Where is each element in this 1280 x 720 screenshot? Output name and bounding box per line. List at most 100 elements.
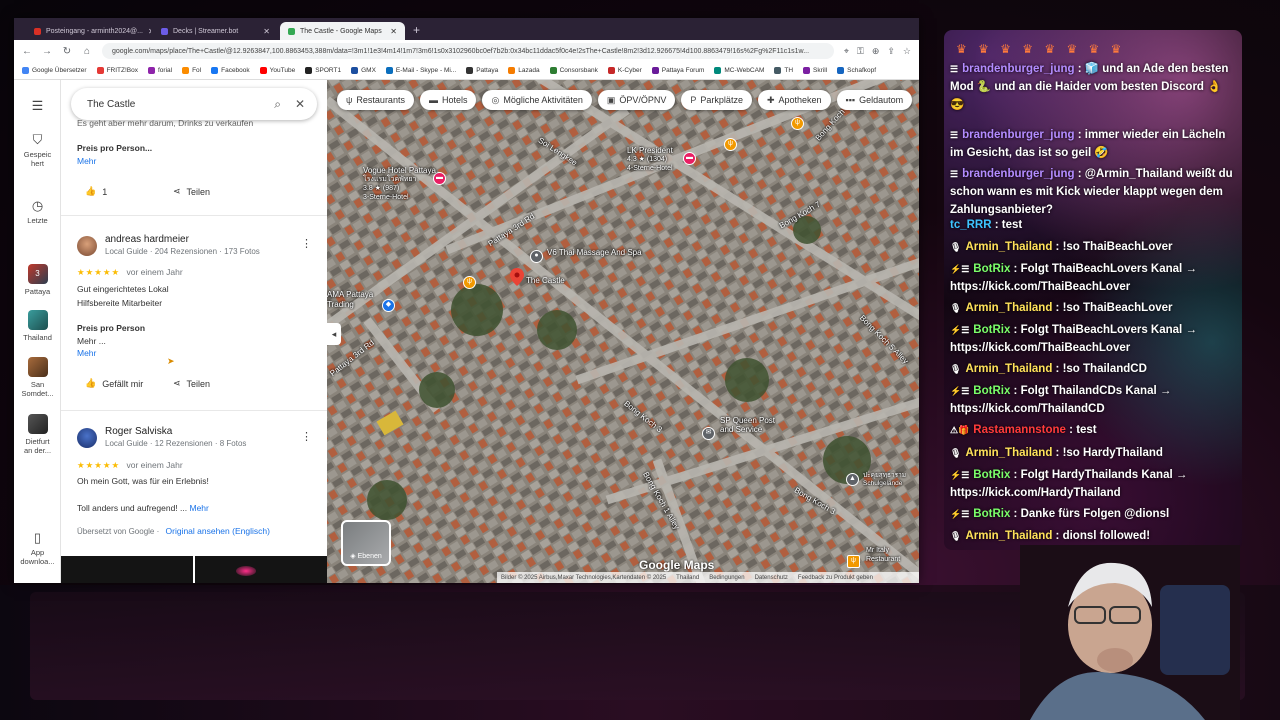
satellite-map[interactable]: ψ Restaurants ▬ Hotels ◎ Mögliche Aktivitäten… xyxy=(327,80,919,583)
place-label-ama[interactable]: AMA Pattaya Trading xyxy=(327,290,373,310)
menu-button[interactable]: ☰ xyxy=(14,98,61,116)
search-input[interactable]: The Castle xyxy=(87,99,260,110)
privacy-link[interactable]: Datenschutz xyxy=(755,575,788,581)
app-download[interactable]: ▯ App downloa... xyxy=(14,530,61,566)
school-pin-icon[interactable]: ▲ xyxy=(846,473,859,486)
chat-username[interactable]: tc_RRR xyxy=(950,219,992,231)
place-label-castle[interactable]: The Castle xyxy=(526,276,565,285)
bookmark-item[interactable]: Pattaya Forum xyxy=(651,67,704,74)
post-office-pin-icon[interactable]: ✉ xyxy=(702,427,715,440)
bookmark-item[interactable]: Fol xyxy=(182,67,201,74)
rail-recent[interactable]: ◷ Letzte xyxy=(14,198,61,225)
bookmark-item[interactable]: GMX xyxy=(351,67,376,74)
like-button[interactable]: 👍 Gefällt mir xyxy=(85,378,143,389)
bookmark-item[interactable]: Skrill xyxy=(803,67,827,74)
bookmark-star-icon[interactable]: ☆ xyxy=(903,46,911,57)
chat-username[interactable]: BotRix xyxy=(973,385,1010,397)
shop-pin-icon[interactable]: ◆ xyxy=(382,299,395,312)
rail-recent-thailand[interactable]: Thailand xyxy=(14,310,61,342)
chip-geldautom[interactable]: ▪▪▪ Geldautom xyxy=(836,90,913,110)
place-label-lk-president[interactable]: LK President 4.3 ★ (1304) 4-Sterne-Hotel xyxy=(627,146,673,173)
share-icon[interactable]: ⇪ xyxy=(887,46,895,57)
bookmark-item[interactable]: TH xyxy=(774,67,793,74)
chip-restaurants[interactable]: ψ Restaurants xyxy=(337,90,414,110)
chat-username[interactable]: BotRix xyxy=(973,508,1010,520)
chip-hotels[interactable]: ▬ Hotels xyxy=(419,90,477,110)
home-icon[interactable]: ⌂ xyxy=(82,46,92,57)
close-icon[interactable]: ✕ xyxy=(390,27,397,36)
tab-gmail[interactable]: Posteingang - arminth2024@... ✕ xyxy=(26,22,151,40)
collapse-panel-button[interactable]: ◂ xyxy=(327,323,341,345)
like-button[interactable]: 👍 1 xyxy=(85,186,107,197)
back-icon[interactable]: ← xyxy=(22,46,32,57)
close-icon[interactable]: ✕ xyxy=(263,27,270,36)
chat-username[interactable]: Armin_Thailand xyxy=(965,241,1052,253)
bookmark-item[interactable]: Consorsbank xyxy=(549,67,598,74)
bookmark-item[interactable]: Lazada xyxy=(508,67,540,74)
chat-username[interactable]: Armin_Thailand xyxy=(965,530,1052,542)
rail-recent-dietfurt[interactable]: Dietfurt an der... xyxy=(14,414,61,455)
bookmark-item[interactable]: MC-WebCAM xyxy=(714,67,764,74)
chat-username[interactable]: Rastamannstone xyxy=(973,424,1066,436)
tab-google-maps[interactable]: The Castle - Google Maps ✕ xyxy=(280,22,405,40)
reviewer-name[interactable]: andreas hardmeier xyxy=(105,234,189,245)
chat-username[interactable]: brandenburger_jung xyxy=(962,129,1074,141)
reload-icon[interactable]: ↻ xyxy=(62,46,72,57)
bookmark-item[interactable]: forial xyxy=(147,67,172,74)
more-options-icon[interactable]: ⋮ xyxy=(301,237,312,250)
location-icon[interactable]: ⌖ xyxy=(844,46,849,57)
more-link[interactable]: Mehr xyxy=(189,503,208,513)
restaurant-pin-icon[interactable]: ψ xyxy=(463,276,476,289)
photo-strip[interactable] xyxy=(61,556,327,583)
chat-username[interactable]: Armin_Thailand xyxy=(965,302,1052,314)
place-label-school[interactable]: ปะคุยสุทฺธาราม Schulgelände xyxy=(863,472,906,488)
close-icon[interactable]: ✕ xyxy=(148,27,151,36)
share-button[interactable]: ⋖ Teilen xyxy=(173,378,210,389)
new-tab-button[interactable]: + xyxy=(407,23,426,40)
bookmark-item[interactable]: YouTube xyxy=(259,67,295,74)
url-input[interactable]: google.com/maps/place/The+Castle/@12.926… xyxy=(102,43,834,59)
layers-button[interactable]: ◈ Ebenen xyxy=(341,520,391,566)
share-button[interactable]: ⋖ Teilen xyxy=(173,186,210,197)
rail-recent-pattaya[interactable]: 3 Pattaya xyxy=(14,264,61,296)
restaurant-pin-icon[interactable]: ψ xyxy=(847,555,860,568)
chat-username[interactable]: BotRix xyxy=(973,469,1010,481)
bookmark-item[interactable]: Pattaya xyxy=(466,67,498,74)
chat-username[interactable]: Armin_Thailand xyxy=(965,363,1052,375)
attribution-country[interactable]: Thailand xyxy=(676,575,699,581)
place-label-mr-italy[interactable]: Mr Italy Restaurant xyxy=(866,546,916,564)
bookmark-item[interactable]: Facebook xyxy=(211,67,250,74)
forward-icon[interactable]: → xyxy=(42,46,52,57)
bookmark-item[interactable]: SPORT1 xyxy=(305,67,341,74)
terms-link[interactable]: Bedingungen xyxy=(709,575,744,581)
close-icon[interactable]: ✕ xyxy=(295,97,305,111)
bookmark-item[interactable]: K-Cyber xyxy=(607,67,642,74)
restaurant-pin-icon[interactable]: ψ xyxy=(791,117,804,130)
spa-pin-icon[interactable]: ● xyxy=(530,250,543,263)
bookmark-item[interactable]: E-Mail - Skype - Mi... xyxy=(385,67,456,74)
more-link[interactable]: Mehr xyxy=(77,156,96,166)
selected-place-pin-icon[interactable] xyxy=(510,268,524,286)
reviewer-name[interactable]: Roger Salviska xyxy=(105,426,172,437)
chat-username[interactable]: BotRix xyxy=(973,324,1010,336)
chat-username[interactable]: BotRix xyxy=(973,263,1010,275)
place-label-vogue[interactable]: Vogue Hotel Pattaya โรงแรมโวคพัทยา 3.8 ★… xyxy=(363,166,436,202)
bookmark-item[interactable]: Google Übersetzer xyxy=(22,67,87,74)
restaurant-pin-icon[interactable]: ψ xyxy=(724,138,737,151)
bookmark-item[interactable]: Schafkopf xyxy=(837,67,876,74)
chip-apotheken[interactable]: ✚ Apotheken xyxy=(757,90,831,110)
chip-mögliche-aktivitäten[interactable]: ◎ Mögliche Aktivitäten xyxy=(482,90,592,110)
more-link[interactable]: Mehr xyxy=(77,348,96,358)
chat-username[interactable]: brandenburger_jung xyxy=(962,63,1074,75)
avatar[interactable] xyxy=(77,236,97,256)
chat-username[interactable]: brandenburger_jung xyxy=(962,168,1074,180)
chip-parkplätze[interactable]: P Parkplätze xyxy=(681,90,752,110)
hotel-pin-icon[interactable]: ▬ xyxy=(683,152,696,165)
zoom-icon[interactable]: ⊕ xyxy=(872,46,880,57)
tab-streamerbot[interactable]: Decks | Streamer.bot ✕ xyxy=(153,22,278,40)
key-icon[interactable]: ⚿ xyxy=(857,46,864,57)
chat-username[interactable]: Armin_Thailand xyxy=(965,447,1052,459)
rail-recent-san-somdet[interactable]: San Somdet... xyxy=(14,357,61,398)
rail-saved[interactable]: ⛉ Gespeichert xyxy=(14,132,61,168)
bookmark-item[interactable]: FRITZ!Box xyxy=(96,67,138,74)
